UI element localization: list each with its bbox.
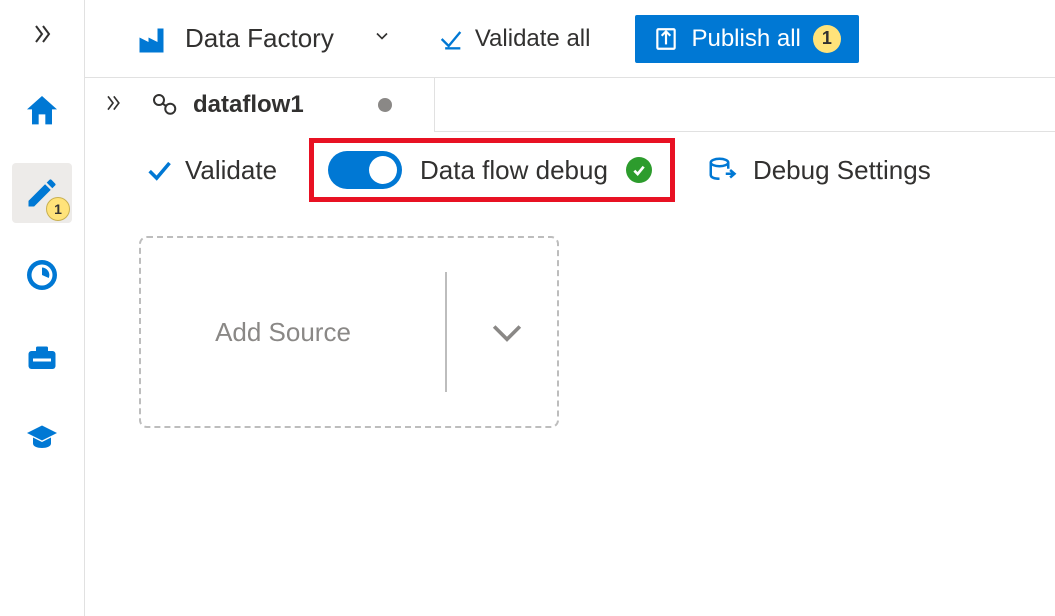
nav-manage[interactable] xyxy=(12,327,72,387)
database-settings-icon xyxy=(707,155,737,185)
debug-status-ok-icon xyxy=(626,157,652,183)
expand-nav-icon[interactable] xyxy=(30,22,54,51)
publish-all-button[interactable]: Publish all 1 xyxy=(635,15,858,63)
card-divider xyxy=(445,272,447,392)
unsaved-dot-icon xyxy=(378,98,392,112)
dataflow-toolbar: Validate Data flow debug Debug Settings xyxy=(85,132,1055,208)
publish-count-badge: 1 xyxy=(813,25,841,53)
add-source-card[interactable]: Add Source xyxy=(139,236,559,428)
left-nav-rail: 1 xyxy=(0,0,85,616)
command-bar: Data Factory Validate all Publish all 1 xyxy=(85,0,1055,78)
expand-panels-icon[interactable] xyxy=(103,93,123,118)
tab-dataflow1[interactable]: dataflow1 xyxy=(147,84,410,126)
validate-button[interactable]: Validate xyxy=(145,155,277,186)
add-source-label: Add Source xyxy=(141,317,425,348)
debug-toggle-label: Data flow debug xyxy=(420,155,608,186)
nav-learn[interactable] xyxy=(12,409,72,469)
author-change-badge: 1 xyxy=(46,197,70,221)
workspace-selector[interactable]: Data Factory xyxy=(135,21,392,57)
dataflow-canvas[interactable]: Add Source xyxy=(85,208,1055,616)
open-tabs-row: dataflow1 xyxy=(85,78,1055,132)
check-icon xyxy=(437,25,465,53)
validate-all-label: Validate all xyxy=(475,25,591,53)
nav-home[interactable] xyxy=(12,81,72,141)
nav-author[interactable]: 1 xyxy=(12,163,72,223)
validate-label: Validate xyxy=(185,155,277,186)
debug-toggle[interactable] xyxy=(328,151,402,189)
debug-toggle-highlight: Data flow debug xyxy=(309,138,675,202)
debug-settings-label: Debug Settings xyxy=(753,155,931,186)
workspace-name: Data Factory xyxy=(185,23,334,54)
factory-icon xyxy=(135,21,171,57)
dataflow-icon xyxy=(149,90,179,120)
validate-all-button[interactable]: Validate all xyxy=(437,25,591,53)
publish-all-label: Publish all xyxy=(691,25,800,53)
publish-icon xyxy=(653,26,679,52)
chevron-down-icon xyxy=(372,26,392,51)
tab-empty-area xyxy=(434,78,1055,132)
debug-settings-button[interactable]: Debug Settings xyxy=(707,155,931,186)
chevron-down-icon xyxy=(485,310,529,354)
nav-monitor[interactable] xyxy=(12,245,72,305)
tab-label: dataflow1 xyxy=(193,91,304,119)
add-source-dropdown[interactable] xyxy=(457,310,557,354)
check-icon xyxy=(145,156,173,184)
